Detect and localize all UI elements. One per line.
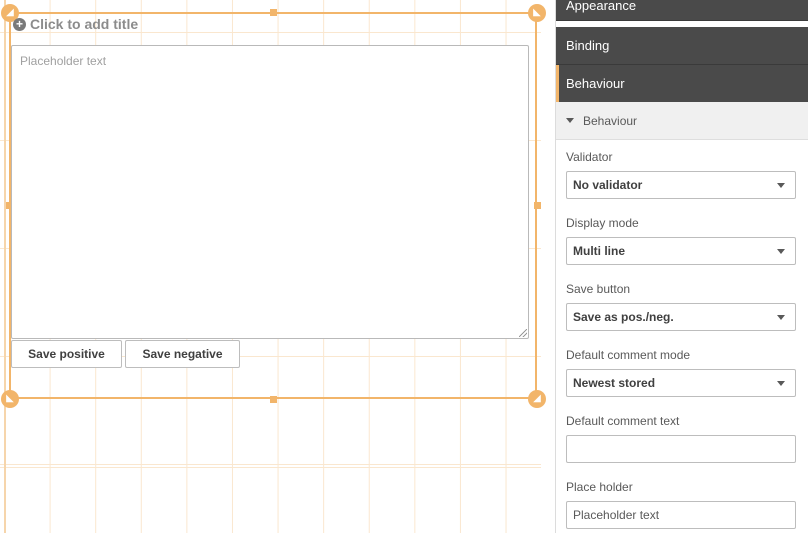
resize-handle-top-right-icon[interactable]: ◣ <box>528 4 546 22</box>
title-placeholder: Click to add title <box>30 16 139 32</box>
section-behaviour-label: Behaviour <box>566 76 625 91</box>
resize-handle-bottom-right-icon[interactable]: ◢ <box>528 390 546 408</box>
section-appearance-label: Appearance <box>566 0 637 13</box>
object-title[interactable]: + Click to add title <box>13 15 138 33</box>
display-mode-value: Multi line <box>573 244 625 258</box>
save-button-label: Save button <box>566 282 631 296</box>
section-appearance[interactable]: Appearance <box>556 0 808 21</box>
chevron-down-icon <box>777 249 785 254</box>
section-binding-label: Binding <box>566 38 610 53</box>
properties-panel: Appearance Binding Behaviour Behaviour V… <box>555 0 808 533</box>
textarea-resize-grip-icon[interactable] <box>519 329 527 337</box>
resize-handle-right[interactable] <box>534 202 541 209</box>
save-negative-button[interactable]: Save negative <box>125 340 240 368</box>
grid-line <box>0 467 541 468</box>
validator-label: Validator <box>566 150 613 164</box>
chevron-down-icon <box>777 183 785 188</box>
display-mode-label: Display mode <box>566 216 639 230</box>
default-comment-mode-select[interactable]: Newest stored <box>566 369 796 397</box>
place-holder-value: Placeholder text <box>573 508 660 522</box>
display-mode-select[interactable]: Multi line <box>566 237 796 265</box>
section-binding[interactable]: Binding <box>556 27 808 65</box>
subsection-behaviour[interactable]: Behaviour <box>556 102 808 140</box>
chevron-down-icon <box>777 315 785 320</box>
save-button-value: Save as pos./neg. <box>573 310 674 324</box>
chevron-down-icon <box>777 381 785 386</box>
validator-value: No validator <box>573 178 643 192</box>
default-comment-text-input[interactable] <box>566 435 796 463</box>
canvas-gutter <box>541 0 555 533</box>
caret-down-icon <box>566 118 574 123</box>
resize-handle-bottom-left-icon[interactable]: ◣ <box>1 390 19 408</box>
section-behaviour[interactable]: Behaviour <box>556 65 808 103</box>
place-holder-input[interactable]: Placeholder text <box>566 501 796 529</box>
plus-circle-icon: + <box>13 17 26 31</box>
app-root: ◢ ◣ ◣ ◢ + Click to add title Placeholder… <box>0 0 808 533</box>
validator-select[interactable]: No validator <box>566 171 796 199</box>
comment-textarea[interactable]: Placeholder text <box>11 45 529 339</box>
subsection-label: Behaviour <box>583 113 638 128</box>
save-button-select[interactable]: Save as pos./neg. <box>566 303 796 331</box>
default-comment-text-label: Default comment text <box>566 414 680 428</box>
resize-handle-top[interactable] <box>270 9 277 16</box>
save-positive-button[interactable]: Save positive <box>11 340 122 368</box>
default-comment-mode-label: Default comment mode <box>566 348 691 362</box>
default-comment-mode-value: Newest stored <box>573 376 656 390</box>
place-holder-label: Place holder <box>566 480 633 494</box>
textarea-placeholder: Placeholder text <box>20 54 107 68</box>
resize-handle-bottom[interactable] <box>270 396 277 403</box>
object-guide-line <box>4 0 6 533</box>
